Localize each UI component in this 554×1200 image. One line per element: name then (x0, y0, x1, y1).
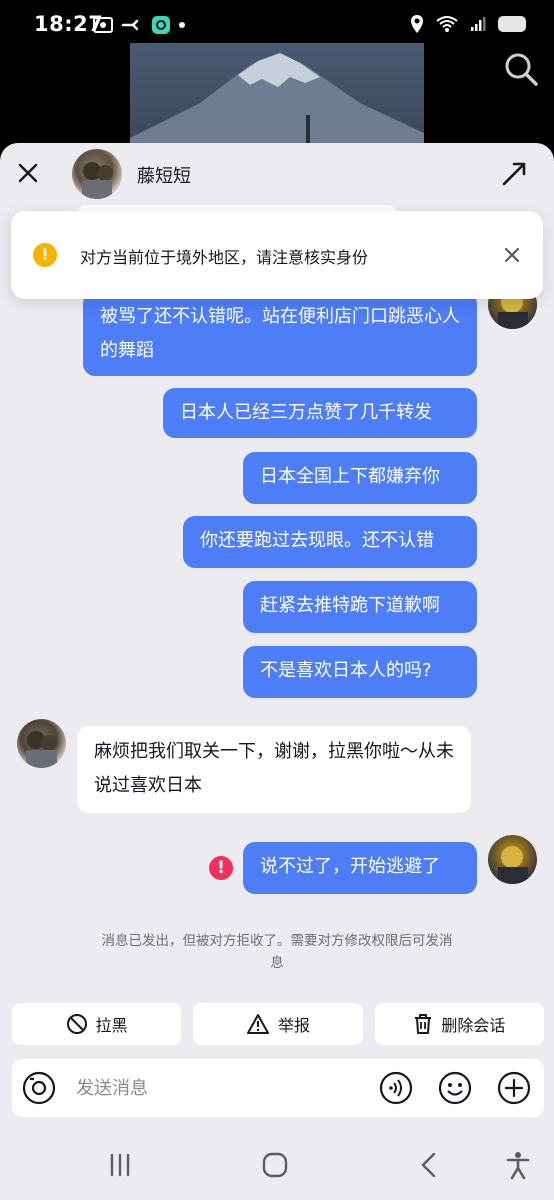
trash-icon (415, 1014, 432, 1034)
message-bubble-me[interactable]: 你还要跑过去现眼。还不认错 (183, 516, 477, 568)
banner-close-icon[interactable] (501, 244, 523, 266)
error-icon[interactable]: ! (209, 856, 233, 880)
home-icon[interactable] (260, 1150, 290, 1180)
message-bubble-me[interactable]: 赶紧去推特跪下道歉啊 (243, 581, 477, 633)
message-bubble-me[interactable]: 日本全国上下都嫌弃你 (243, 452, 477, 504)
report-label: 举报 (277, 1016, 310, 1035)
delete-chat-button[interactable]: 删除会话 (374, 1003, 544, 1045)
block-icon (66, 1014, 87, 1034)
status-notification-icons (93, 15, 185, 35)
expand-icon[interactable] (500, 160, 528, 188)
message-bubble-other[interactable]: 麻烦把我们取关一下，谢谢，拉黑你啦～从未说过喜欢日本 (77, 726, 471, 813)
chat-header: 藤短短 (0, 143, 554, 205)
system-note: 消息已发出，但被对方拒收了。需要对方修改权限后可发消息 (101, 933, 453, 971)
video-thumbnail (130, 43, 424, 153)
message-composer (12, 1059, 544, 1117)
close-icon[interactable] (14, 159, 42, 187)
app-notification-icon (152, 16, 170, 34)
contact-message-avatar[interactable] (17, 719, 66, 768)
system-nav-bar (0, 1128, 554, 1200)
message-bubble-me[interactable]: 被骂了还不认错呢。站在便利店门口跳恶心人的舞蹈 (83, 292, 477, 376)
voice-icon[interactable] (379, 1071, 413, 1105)
region-warning-banner: ! 对方当前位于境外地区，请注意核实身份 (11, 211, 543, 299)
delete-label: 删除会话 (441, 1016, 506, 1035)
battery-icon (498, 16, 526, 32)
contact-avatar[interactable] (72, 149, 122, 199)
back-icon[interactable] (415, 1150, 445, 1180)
link-icon (121, 19, 139, 31)
message-bubble-me[interactable]: 日本人已经三万点赞了几千转发 (163, 388, 477, 438)
message-bubble-me-failed[interactable]: 说不过了，开始逃避了 (243, 842, 477, 894)
block-button[interactable]: 拉黑 (12, 1003, 182, 1045)
screenshot-icon (93, 17, 113, 33)
search-icon[interactable] (504, 52, 538, 86)
emoji-icon[interactable] (438, 1071, 472, 1105)
camera-icon[interactable] (22, 1071, 56, 1105)
message-input[interactable] (76, 1073, 356, 1103)
my-avatar[interactable] (488, 835, 537, 884)
report-icon (246, 1014, 269, 1034)
warning-icon: ! (33, 243, 57, 267)
contact-name: 藤短短 (137, 166, 191, 187)
recent-apps-icon[interactable] (105, 1150, 135, 1180)
wifi-icon (436, 16, 458, 32)
status-system-icons (410, 14, 526, 34)
report-button[interactable]: 举报 (193, 1003, 363, 1045)
more-notifications-dot (179, 22, 185, 28)
location-icon (411, 15, 423, 33)
action-row: 拉黑 举报 删除会话 (12, 1003, 544, 1045)
warning-text: 对方当前位于境外地区，请注意核实身份 (80, 248, 369, 267)
accessibility-icon[interactable] (503, 1150, 533, 1180)
plus-icon[interactable] (497, 1071, 531, 1105)
signal-icon (471, 17, 486, 31)
message-bubble-me[interactable]: 不是喜欢日本人的吗? (243, 646, 477, 698)
block-label: 拉黑 (95, 1016, 128, 1035)
